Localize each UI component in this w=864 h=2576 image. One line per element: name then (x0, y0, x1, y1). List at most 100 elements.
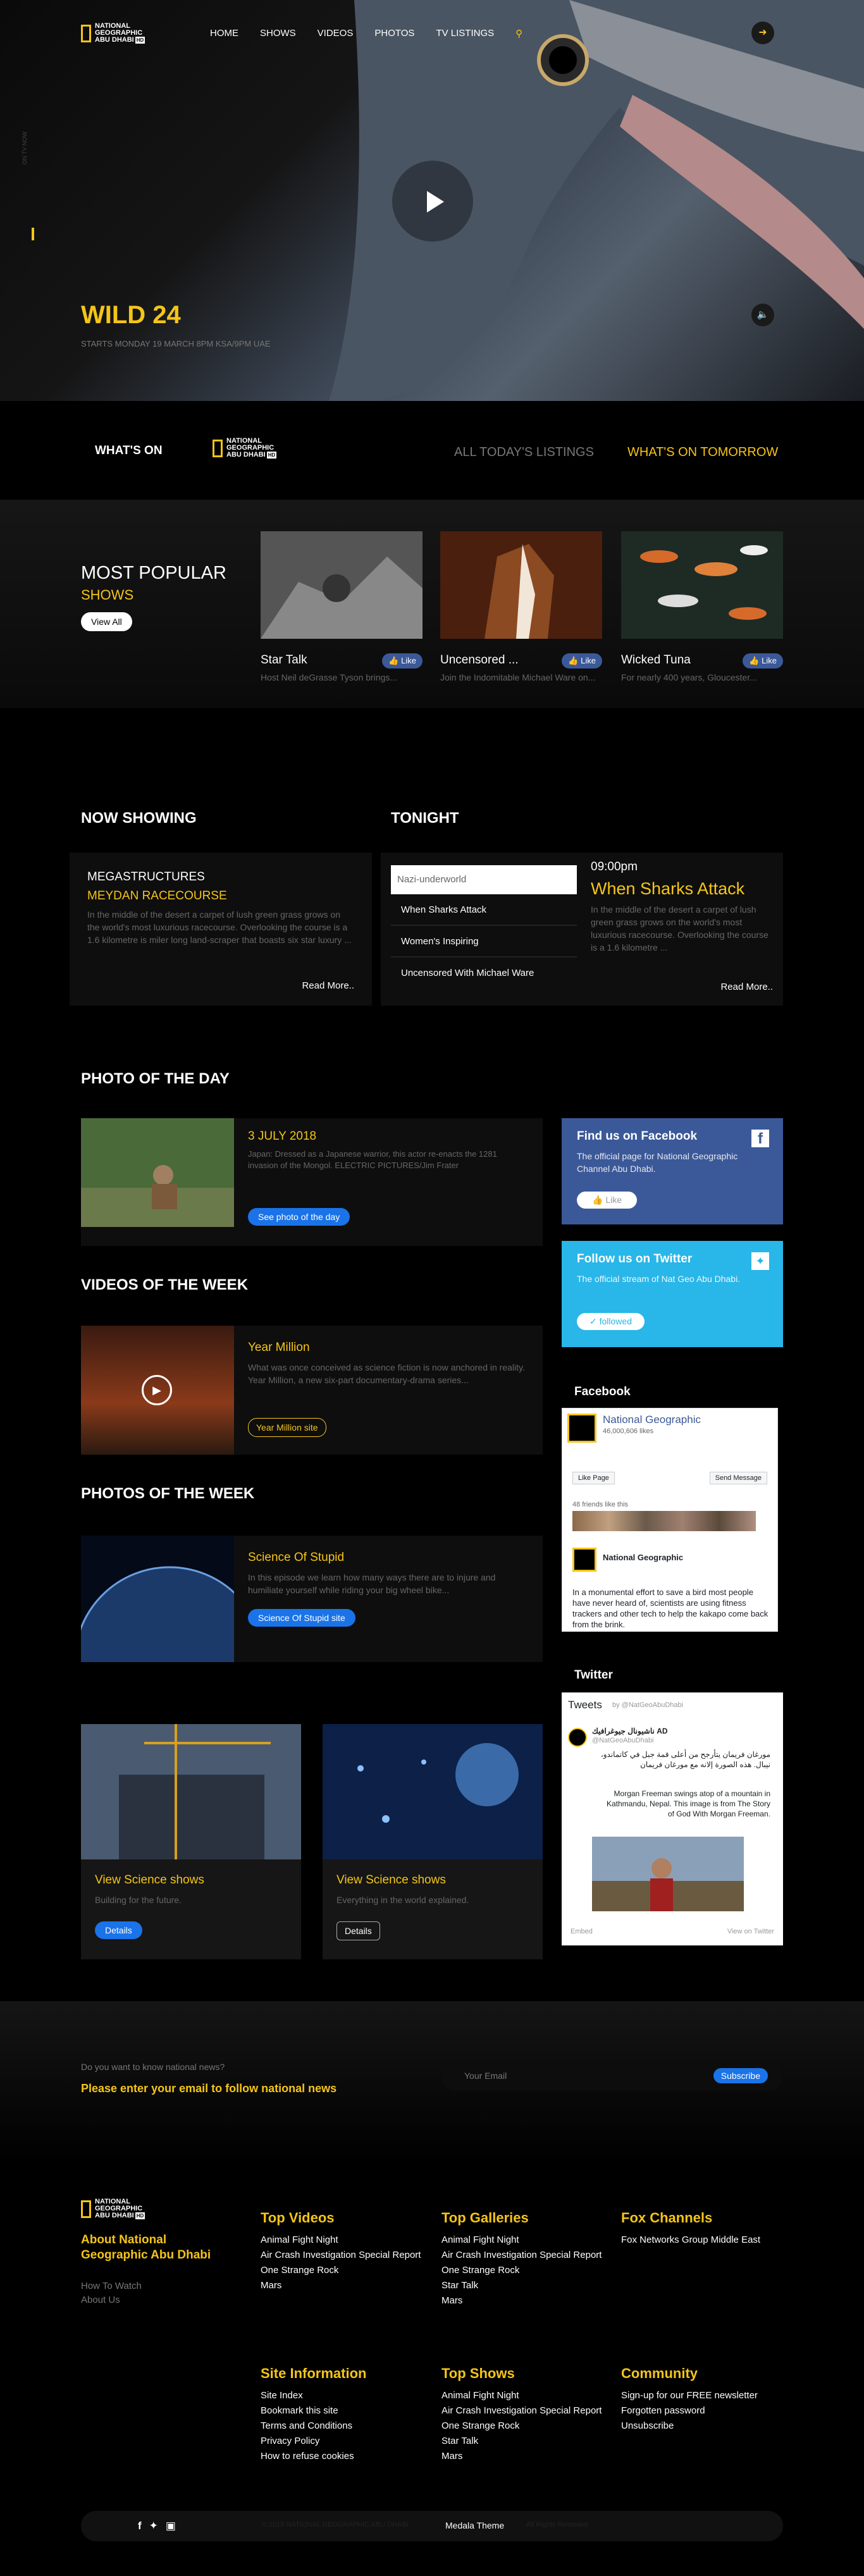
tonight-list: Nazi-underworld When Sharks Attack Women… (391, 865, 577, 989)
video-thumbnail[interactable]: ▶ (81, 1326, 234, 1455)
search-icon[interactable]: ⚲ (515, 28, 522, 39)
fb-page-name[interactable]: National Geographic (603, 1414, 701, 1426)
whats-on-label: WHAT'S ON (95, 444, 163, 457)
tomorrow-link[interactable]: WHAT'S ON TOMORROW (627, 445, 778, 460)
footer-link[interactable]: Mars (441, 2293, 606, 2308)
site-logo[interactable]: NATIONAL GEOGRAPHIC ABU DHABI HD (81, 23, 145, 44)
facebook-icon[interactable]: f (138, 2520, 142, 2532)
fb-post-text: In a monumental effort to save a bird mo… (572, 1587, 768, 1629)
fb-widget-heading: Facebook (574, 1385, 631, 1398)
footer-col-title: Top Videos (261, 2210, 335, 2226)
footer-link[interactable]: Star Talk (441, 2434, 606, 2449)
login-button[interactable]: ➜ (751, 22, 774, 44)
footer-link[interactable]: Air Crash Investigation Special Report (441, 2403, 606, 2419)
tonight-title: TONIGHT (391, 810, 459, 827)
footer-logo[interactable]: NATIONAL GEOGRAPHIC ABU DHABI HD (81, 2198, 145, 2219)
newsletter-form: Your Email Subscribe (441, 2062, 783, 2091)
nav-shows[interactable]: SHOWS (260, 28, 296, 39)
tonight-show: When Sharks Attack (591, 879, 745, 898)
now-showing-desc: In the middle of the desert a carpet of … (87, 909, 352, 945)
tonight-time: 09:00pm (591, 860, 638, 873)
tw-card-desc: The official stream of Nat Geo Abu Dhabi… (577, 1274, 741, 1284)
hd-badge: HD (135, 37, 145, 44)
footer-link[interactable]: One Strange Rock (261, 2263, 425, 2278)
fb-send-message-button[interactable]: Send Message (709, 1472, 767, 1484)
popular-card[interactable]: Uncensored ... 👍 Like Join the Indomitab… (440, 531, 602, 684)
details-button[interactable]: Details (95, 1921, 142, 1939)
play-button[interactable] (392, 161, 473, 242)
newsletter-section: Do you want to know national news? Pleas… (0, 2001, 864, 2166)
footer-link[interactable]: Animal Fight Night (441, 2388, 606, 2403)
tonight-item-active[interactable]: Nazi-underworld (391, 865, 577, 894)
newsletter-question: Do you want to know national news? (81, 2062, 225, 2072)
footer-link[interactable]: Air Crash Investigation Special Report (441, 2248, 606, 2263)
tonight-item[interactable]: Uncensored With Michael Ware (391, 958, 577, 989)
uncensored-image (440, 531, 602, 639)
all-listings-link[interactable]: ALL TODAY'S LISTINGS (454, 445, 594, 460)
tw-embed-link[interactable]: Embed (571, 1928, 593, 1935)
footer-link[interactable]: One Strange Rock (441, 2263, 606, 2278)
footer-link[interactable]: Fox Networks Group Middle East (621, 2233, 783, 2248)
thumb-icon: 👍 (592, 1195, 603, 1205)
like-button[interactable]: 👍 Like (743, 653, 783, 669)
footer-col-top-galleries: Top Galleries Animal Fight Night Air Cra… (441, 2210, 606, 2308)
photos-week-title: PHOTOS OF THE WEEK (81, 1485, 255, 1502)
footer-link[interactable]: Forgotten password (621, 2403, 783, 2419)
photo-day-date: 3 JULY 2018 (248, 1130, 317, 1143)
show-desc: Host Neil deGrasse Tyson brings... (261, 672, 398, 682)
show-desc: Join the Indomitable Michael Ware on... (440, 672, 596, 682)
footer-link[interactable]: Terms and Conditions (261, 2419, 425, 2434)
footer-link[interactable]: Star Talk (441, 2278, 606, 2293)
footer-link[interactable]: Animal Fight Night (441, 2233, 606, 2248)
footer-link[interactable]: How to refuse cookies (261, 2449, 425, 2464)
email-input[interactable]: Your Email (464, 2071, 507, 2081)
like-label: Like (762, 656, 777, 665)
footer-link[interactable]: Air Crash Investigation Special Report (261, 2248, 425, 2263)
popular-card[interactable]: Wicked Tuna 👍 Like For nearly 400 years,… (621, 531, 783, 684)
play-icon (427, 191, 444, 213)
footer-col-fox-channels: Fox Channels Fox Networks Group Middle E… (621, 2210, 783, 2248)
footer-link[interactable]: Privacy Policy (261, 2434, 425, 2449)
instagram-icon[interactable]: ▣ (166, 2520, 176, 2532)
subscribe-button[interactable]: Subscribe (713, 2068, 768, 2083)
nav-tv-listings[interactable]: TV LISTINGS (436, 28, 494, 39)
details-button[interactable]: Details (336, 1921, 380, 1940)
footer-link[interactable]: Site Index (261, 2388, 425, 2403)
photos-week-image (81, 1536, 234, 1662)
footer-link[interactable]: Sign-up for our FREE newsletter (621, 2388, 783, 2403)
twitter-icon[interactable]: ✦ (149, 2520, 158, 2532)
tw-follow-button[interactable]: ✓ followed (577, 1313, 645, 1330)
nav-photos[interactable]: PHOTOS (374, 28, 414, 39)
photo-day-button[interactable]: See photo of the day (248, 1208, 350, 1226)
play-icon[interactable]: ▶ (142, 1375, 172, 1405)
nav-videos[interactable]: VIDEOS (318, 28, 354, 39)
video-site-button[interactable]: Year Million site (248, 1418, 326, 1437)
footer-link[interactable]: Animal Fight Night (261, 2233, 425, 2248)
footer-link[interactable]: Unsubscribe (621, 2419, 783, 2434)
like-button[interactable]: 👍 Like (562, 653, 602, 669)
tw-widget-title: Tweets (568, 1699, 602, 1711)
tw-view-link[interactable]: View on Twitter (727, 1928, 774, 1935)
hero: NATIONAL GEOGRAPHIC ABU DHABI HD HOME SHOWS… (0, 0, 864, 401)
footer-link[interactable]: Mars (441, 2449, 606, 2464)
sound-button[interactable]: 🔈 (751, 304, 774, 326)
footer-link[interactable]: One Strange Rock (441, 2419, 606, 2434)
tonight-item[interactable]: Women's Inspiring (391, 926, 577, 958)
read-more-link[interactable]: Read More.. (720, 982, 773, 992)
tw-handle: @NatGeoAbuDhabi (592, 1737, 654, 1744)
photos-week-button[interactable]: Science Of Stupid site (248, 1609, 355, 1627)
footer-about-link[interactable]: About Us (81, 2295, 120, 2305)
tonight-item[interactable]: When Sharks Attack (391, 894, 577, 926)
popular-card[interactable]: Star Talk 👍 Like Host Neil deGrasse Tyso… (261, 531, 423, 684)
like-button[interactable]: 👍 Like (382, 653, 423, 669)
nav-home[interactable]: HOME (210, 28, 238, 39)
footer-about-link[interactable]: How To Watch (81, 2281, 142, 2291)
fb-like-button[interactable]: 👍 Like (577, 1192, 638, 1209)
footer-link[interactable]: Mars (261, 2278, 425, 2293)
footer-link[interactable]: Bookmark this site (261, 2403, 425, 2419)
read-more-link[interactable]: Read More.. (302, 980, 354, 991)
footer-col-title: Top Galleries (441, 2210, 529, 2226)
fb-like-page-button[interactable]: Like Page (572, 1472, 615, 1484)
hero-subtitle: STARTS MONDAY 19 MARCH 8PM KSA/9PM UAE (81, 339, 271, 348)
view-all-button[interactable]: View All (81, 612, 132, 631)
